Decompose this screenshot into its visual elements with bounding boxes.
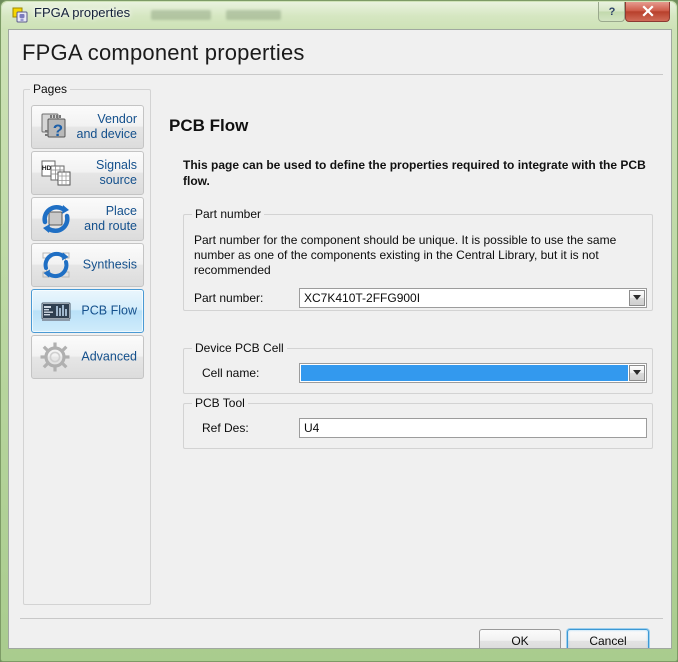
vendor-device-icon: ?	[39, 110, 73, 144]
sidebar-item-vendor-and-device[interactable]: ? Vendor and device	[31, 105, 144, 149]
chevron-down-icon[interactable]	[629, 290, 645, 306]
help-button[interactable]: ?	[598, 2, 625, 22]
dialog-client-area: FPGA component properties Pages ? Vendor…	[8, 29, 672, 649]
background-ghost-text-2	[226, 10, 281, 20]
footer-divider	[20, 618, 663, 619]
pages-group-label: Pages	[30, 82, 71, 96]
sidebar-item-place-and-route[interactable]: Place and route	[31, 197, 144, 241]
advanced-gear-icon	[39, 340, 73, 374]
ref-des-label: Ref Des:	[202, 421, 249, 435]
part-number-description: Part number for the component should be …	[194, 233, 617, 277]
synthesis-icon	[39, 248, 73, 282]
background-ghost-text-1	[151, 10, 211, 20]
sidebar-item-pcb-flow[interactable]: PCB Flow	[31, 289, 144, 333]
close-button[interactable]	[625, 2, 670, 22]
sidebar-item-advanced[interactable]: Advanced	[31, 335, 144, 379]
part-number-label: Part number:	[194, 291, 264, 305]
ref-des-value: U4	[304, 421, 320, 435]
sidebar-item-label: Place and route	[84, 204, 137, 233]
sidebar-item-synthesis[interactable]: Synthesis	[31, 243, 144, 287]
dialog-window: FPGA properties ? FPGA component propert…	[0, 0, 678, 662]
svg-text:?: ?	[53, 121, 63, 140]
chevron-down-icon[interactable]	[629, 365, 645, 381]
window-title: FPGA properties	[34, 5, 131, 20]
cell-name-label: Cell name:	[202, 366, 260, 380]
sidebar-item-label: Synthesis	[82, 257, 137, 272]
ok-button[interactable]: OK	[479, 629, 561, 648]
signals-source-icon: HDL	[39, 156, 73, 190]
part-number-value: XC7K410T-2FFG900I	[304, 291, 421, 305]
sidebar-item-label: Signals source	[96, 158, 137, 187]
place-and-route-icon	[39, 202, 73, 236]
device-pcb-cell-group-label: Device PCB Cell	[192, 341, 287, 355]
fpga-properties-icon	[12, 7, 28, 23]
sidebar-item-label: PCB Flow	[81, 303, 137, 318]
pane-title: PCB Flow	[169, 116, 249, 135]
pane-intro-text: This page can be used to define the prop…	[183, 158, 646, 188]
part-number-combobox[interactable]: XC7K410T-2FFG900I	[299, 288, 647, 308]
sidebar-item-label: Vendor and device	[76, 112, 137, 141]
page-title: FPGA component properties	[22, 40, 305, 65]
cell-name-combobox[interactable]	[299, 363, 647, 383]
part-number-group-label: Part number	[192, 207, 265, 221]
sidebar-item-signals-source[interactable]: HDL Signals source	[31, 151, 144, 195]
header-divider	[20, 74, 663, 75]
cancel-button[interactable]: Cancel	[567, 629, 649, 648]
sidebar-item-label: Advanced	[81, 349, 137, 364]
cell-name-selection-highlight	[301, 365, 628, 381]
pcb-tool-group-label: PCB Tool	[192, 396, 248, 410]
title-bar: FPGA properties ?	[1, 1, 678, 29]
pcb-flow-icon	[39, 294, 73, 328]
svg-text:?: ?	[608, 6, 615, 18]
ref-des-input[interactable]: U4	[299, 418, 647, 438]
